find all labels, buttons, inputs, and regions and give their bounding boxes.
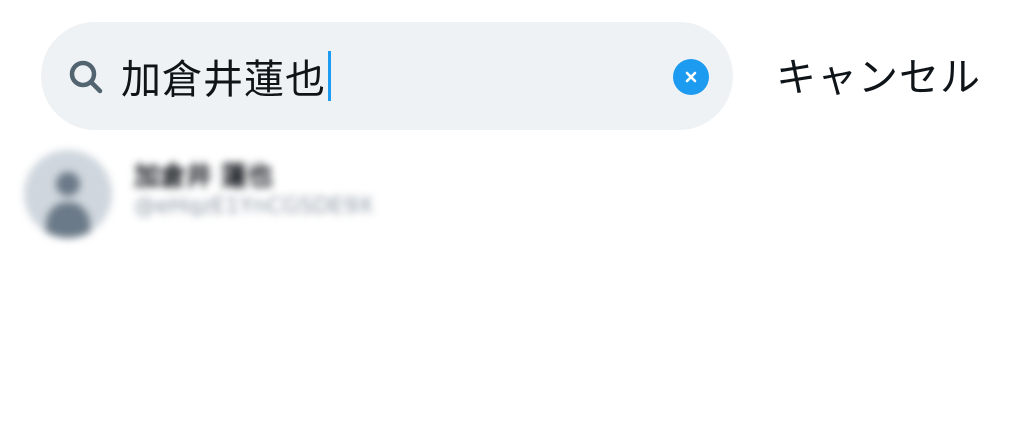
search-icon: [65, 56, 107, 98]
avatar: [24, 150, 112, 238]
result-display-name: 加倉井 蓮也: [134, 162, 274, 192]
clear-search-button[interactable]: [673, 59, 709, 95]
search-bar[interactable]: 加倉井蓮也: [41, 22, 733, 130]
cancel-button[interactable]: キャンセル: [776, 50, 981, 106]
search-result-row[interactable]: 加倉井 蓮也 @eHqzE1YnCGSDE9X: [0, 140, 1024, 250]
search-input[interactable]: 加倉井蓮也: [121, 48, 331, 104]
clear-icon: [685, 71, 697, 83]
search-screen: 加倉井蓮也 キャンセル 加倉井 蓮也 @eHqzE1YnCGSDE9X: [0, 0, 1024, 423]
result-handle: @eHqzE1YnCGSDE9X: [134, 194, 374, 219]
text-caret: [328, 51, 331, 101]
avatar-body-shape: [46, 202, 90, 238]
avatar-head-shape: [56, 172, 80, 196]
search-query-text: 加倉井蓮也: [121, 57, 326, 103]
